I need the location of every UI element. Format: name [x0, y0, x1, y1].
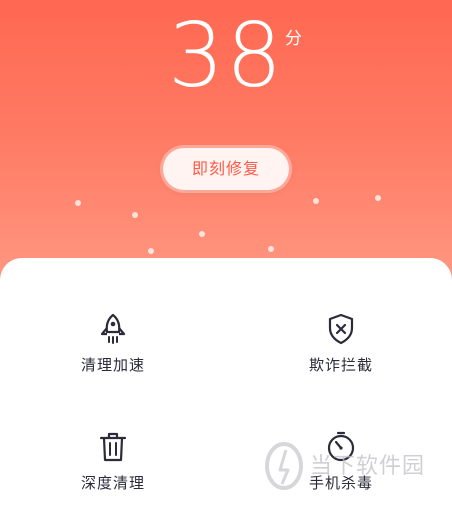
- particle-dot: [268, 246, 274, 252]
- feature-label: 清理加速: [80, 356, 145, 374]
- app-screen: 38 分 即刻修复 清理加速 欺诈拦截 深度清理 手机杀毒 当下软件园: [0, 0, 452, 513]
- watermark-logo: 当下软件园: [262, 440, 442, 492]
- particle-dot: [132, 212, 138, 218]
- shield-x-icon: [328, 313, 354, 345]
- feature-fraud-block[interactable]: 欺诈拦截: [271, 312, 411, 375]
- score-header: 38 分 即刻修复: [0, 0, 452, 300]
- particle-dot: [313, 198, 319, 204]
- score-unit: 分: [285, 29, 302, 49]
- particle-dot: [75, 200, 81, 206]
- security-score: 38: [168, 4, 284, 107]
- trash-icon: [99, 432, 127, 462]
- rocket-icon: [100, 313, 126, 344]
- particle-dot: [375, 195, 381, 201]
- particle-dot: [148, 248, 154, 254]
- watermark-icon: [265, 442, 303, 490]
- feature-label: 深度清理: [80, 474, 145, 492]
- fix-now-button[interactable]: 即刻修复: [163, 148, 289, 190]
- feature-clean-speedup[interactable]: 清理加速: [43, 312, 183, 375]
- watermark-text: 当下软件园: [310, 454, 426, 479]
- particle-dot: [199, 231, 205, 237]
- feature-label: 欺诈拦截: [308, 356, 373, 374]
- feature-deep-clean[interactable]: 深度清理: [43, 430, 183, 493]
